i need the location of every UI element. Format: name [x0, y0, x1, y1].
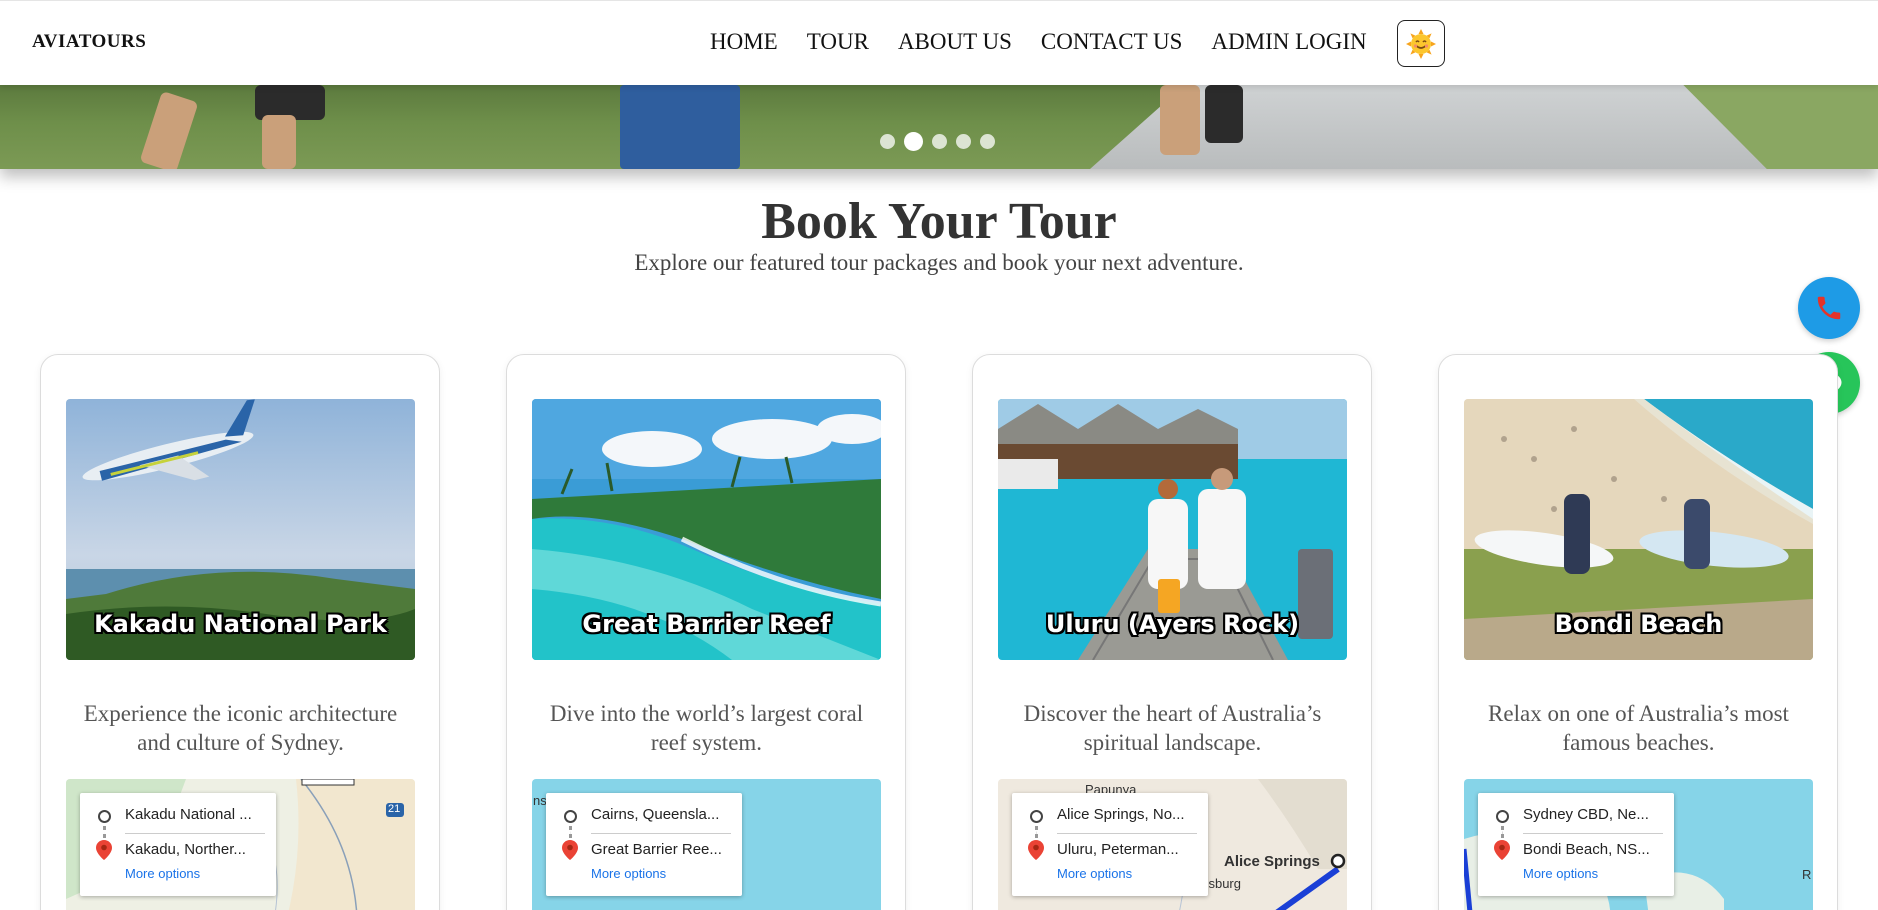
route-dots-icon: [1035, 826, 1038, 838]
route-dots-icon: [1501, 826, 1504, 838]
carousel-indicators: [880, 132, 995, 151]
map-separator: [125, 833, 265, 834]
tour-card[interactable]: Uluru (Ayers Rock) Discover the heart of…: [972, 354, 1372, 910]
tour-image[interactable]: Great Barrier Reef: [532, 399, 881, 660]
map-destination-text: Kakadu, Norther...: [125, 841, 246, 858]
map-place-label: ns: [533, 793, 547, 808]
map-more-options-link[interactable]: More options: [591, 866, 666, 881]
phone-icon: [1817, 296, 1841, 320]
sun-face-icon: [1406, 28, 1436, 59]
tour-description: Discover the heart of Australia’s spirit…: [1023, 701, 1322, 755]
navbar: AVIATOURS HOME TOUR ABOUT US CONTACT US …: [0, 0, 1878, 85]
origin-icon: [1030, 810, 1043, 823]
map-place-label: R: [1802, 867, 1812, 882]
tour-map[interactable]: Papunya Alice Springs nnsburg Alice Spri…: [998, 779, 1347, 910]
hero-person: [139, 90, 199, 169]
nav-links: HOME TOUR ABOUT US CONTACT US ADMIN LOGI…: [710, 27, 1396, 57]
map-more-options-link[interactable]: More options: [1057, 866, 1132, 881]
hero-carousel: [0, 85, 1878, 169]
map-directions-panel: Kakadu National ... Kakadu, Norther... M…: [80, 793, 276, 896]
nav-admin-login[interactable]: ADMIN LOGIN: [1211, 27, 1366, 57]
tour-image[interactable]: Uluru (Ayers Rock): [998, 399, 1347, 660]
map-destination-text: Uluru, Peterman...: [1057, 841, 1179, 858]
carousel-dot[interactable]: [932, 134, 947, 149]
origin-icon: [1496, 810, 1509, 823]
map-origin-text: Alice Springs, No...: [1057, 806, 1185, 823]
origin-icon: [98, 810, 111, 823]
tour-description: Experience the iconic architecture and c…: [83, 701, 398, 755]
tour-map[interactable]: ns Cairns, Queensla... Great Barrier Ree…: [532, 779, 881, 910]
hero-person: [620, 85, 740, 169]
tour-name: Bondi Beach: [1554, 610, 1723, 638]
carousel-dot-active[interactable]: [904, 132, 923, 151]
destination-pin-icon: [562, 840, 578, 860]
map-destination-text: Bondi Beach, NS...: [1523, 841, 1650, 858]
route-dots-icon: [103, 826, 106, 838]
nav-tour[interactable]: TOUR: [807, 27, 869, 57]
tour-description: Relax on one of Australia’s most famous …: [1488, 701, 1789, 755]
map-origin-text: Cairns, Queensla...: [591, 806, 720, 823]
map-directions-panel: Sydney CBD, Ne... Bondi Beach, NS... Mor…: [1478, 793, 1674, 896]
tour-card[interactable]: Kakadu National Park Experience the icon…: [40, 354, 440, 910]
tour-name: Uluru (Ayers Rock): [1045, 610, 1300, 638]
nav-about-us[interactable]: ABOUT US: [898, 27, 1012, 57]
map-directions-panel: Alice Springs, No... Uluru, Peterman... …: [1012, 793, 1208, 896]
map-city-label: Alice Springs: [1224, 853, 1320, 870]
nav-home[interactable]: HOME: [710, 27, 778, 57]
tour-image[interactable]: Bondi Beach: [1464, 399, 1813, 660]
theme-toggle-button[interactable]: [1397, 20, 1445, 67]
hero-person: [262, 115, 296, 169]
section-subtitle: Explore our featured tour packages and b…: [634, 250, 1244, 275]
brand-logo[interactable]: AVIATOURS: [32, 31, 146, 53]
tour-name: Great Barrier Reef: [582, 610, 831, 638]
map-separator: [591, 833, 731, 834]
tour-card[interactable]: Great Barrier Reef Dive into the world’s…: [506, 354, 906, 910]
tour-card[interactable]: Bondi Beach Relax on one of Australia’s …: [1438, 354, 1838, 910]
tour-name: Kakadu National Park: [94, 610, 387, 638]
map-origin-text: Kakadu National ...: [125, 806, 252, 823]
map-more-options-link[interactable]: More options: [125, 866, 200, 881]
tour-description: Dive into the world’s largest coral reef…: [549, 701, 864, 755]
section-title: Book Your Tour: [761, 193, 1117, 250]
destination-pin-icon: [96, 840, 112, 860]
call-button[interactable]: [1798, 277, 1860, 339]
carousel-dot[interactable]: [880, 134, 895, 149]
carousel-dot[interactable]: [956, 134, 971, 149]
map-directions-panel: Cairns, Queensla... Great Barrier Ree...…: [546, 793, 742, 896]
tour-map[interactable]: R Sydney CBD, Ne... Bondi Beach, NS... M…: [1464, 779, 1813, 910]
tour-image[interactable]: Kakadu National Park: [66, 399, 415, 660]
hero-person: [1205, 85, 1243, 143]
map-origin-text: Sydney CBD, Ne...: [1523, 806, 1649, 823]
destination-pin-icon: [1028, 840, 1044, 860]
hero-person: [1160, 85, 1200, 155]
nav-contact-us[interactable]: CONTACT US: [1041, 27, 1183, 57]
map-road-label: 21: [388, 803, 401, 815]
map-separator: [1523, 833, 1663, 834]
destination-pin-icon: [1494, 840, 1510, 860]
carousel-dot[interactable]: [980, 134, 995, 149]
map-separator: [1057, 833, 1197, 834]
map-destination-text: Great Barrier Ree...: [591, 841, 722, 858]
map-more-options-link[interactable]: More options: [1523, 866, 1598, 881]
tour-map[interactable]: 21 Kakadu National ... Kakadu, Norther..…: [66, 779, 415, 910]
route-dots-icon: [569, 826, 572, 838]
origin-icon: [564, 810, 577, 823]
